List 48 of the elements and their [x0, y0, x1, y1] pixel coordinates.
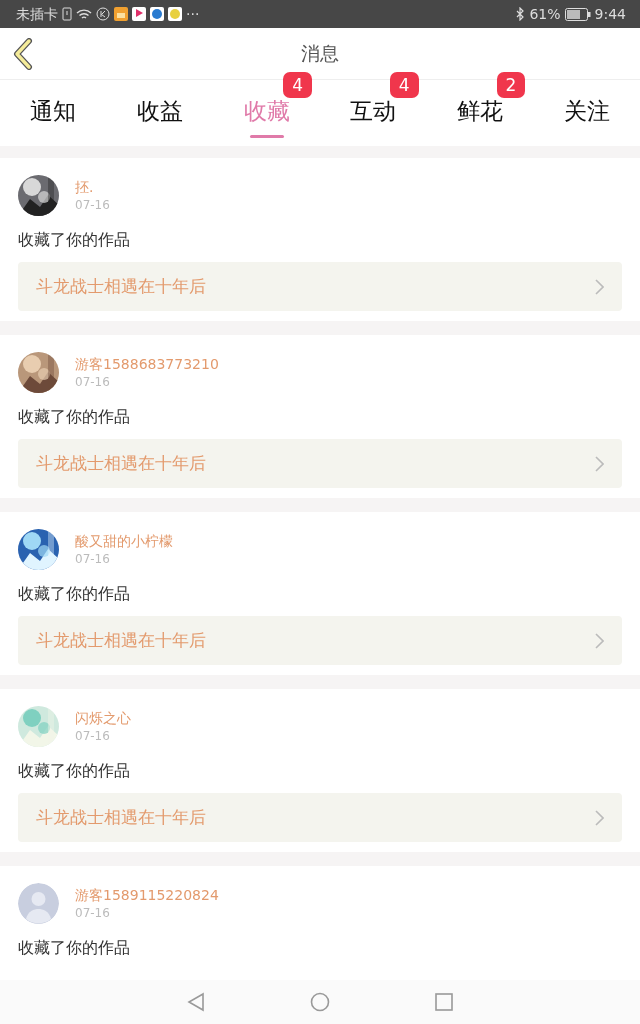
- work-link[interactable]: 斗龙战士相遇在十年后: [18, 262, 622, 311]
- person-silhouette-avatar: [18, 883, 59, 924]
- circle-k-icon: [96, 7, 110, 21]
- battery-icon: [564, 7, 591, 21]
- message-text: 收藏了你的作品: [18, 760, 131, 782]
- tab[interactable]: 收益: [137, 88, 183, 138]
- back-nav-icon[interactable]: [187, 992, 205, 1012]
- message-date: 07-16: [75, 904, 111, 922]
- message-text: 收藏了你的作品: [18, 406, 131, 428]
- work-link[interactable]: 斗龙战士相遇在十年后: [18, 616, 622, 665]
- recents-nav-icon[interactable]: [435, 993, 453, 1011]
- wifi-icon: [76, 7, 92, 21]
- chevron-right-icon: [595, 278, 604, 295]
- count-badge: 2: [496, 72, 526, 98]
- message-date: 07-16: [75, 373, 111, 391]
- message-text: 收藏了你的作品: [18, 229, 131, 251]
- message-date: 07-16: [75, 550, 111, 568]
- message-date: 07-16: [75, 196, 110, 214]
- tab[interactable]: 通知: [30, 88, 77, 138]
- back-icon[interactable]: [12, 38, 34, 70]
- user-name[interactable]: 抷.: [75, 177, 110, 196]
- count-badge: 4: [283, 72, 312, 98]
- count-badge: 4: [389, 72, 419, 98]
- home-nav-icon[interactable]: [310, 992, 330, 1012]
- chevron-right-icon: [595, 455, 604, 472]
- chevron-right-icon: [595, 632, 604, 649]
- carrier-text: 未插卡: [16, 4, 58, 24]
- clock-time: 9:44: [594, 4, 626, 24]
- app-icon: [168, 7, 182, 21]
- sim-icon: [62, 7, 72, 21]
- message-text: 收藏了你的作品: [18, 937, 131, 959]
- app-icon: [132, 7, 146, 21]
- app-icon: [114, 7, 128, 21]
- user-name[interactable]: 游客1588683773210: [75, 354, 219, 373]
- message-text: 收藏了你的作品: [18, 583, 131, 605]
- more-indicator: ···: [186, 4, 200, 24]
- user-name[interactable]: 酸又甜的小柠檬: [75, 531, 173, 550]
- work-link[interactable]: 斗龙战士相遇在十年后: [18, 793, 622, 842]
- chevron-right-icon: [595, 809, 604, 826]
- battery-percent: 61%: [529, 4, 561, 24]
- app-icon: [150, 7, 164, 21]
- user-name[interactable]: 游客1589115220824: [75, 885, 219, 904]
- user-name[interactable]: 闪烁之心: [75, 708, 131, 727]
- message-date: 07-16: [75, 727, 111, 745]
- page-title: 消息: [301, 41, 339, 67]
- work-link[interactable]: 斗龙战士相遇在十年后: [18, 439, 622, 488]
- tab[interactable]: 关注: [563, 88, 610, 138]
- bluetooth-icon: [516, 7, 526, 21]
